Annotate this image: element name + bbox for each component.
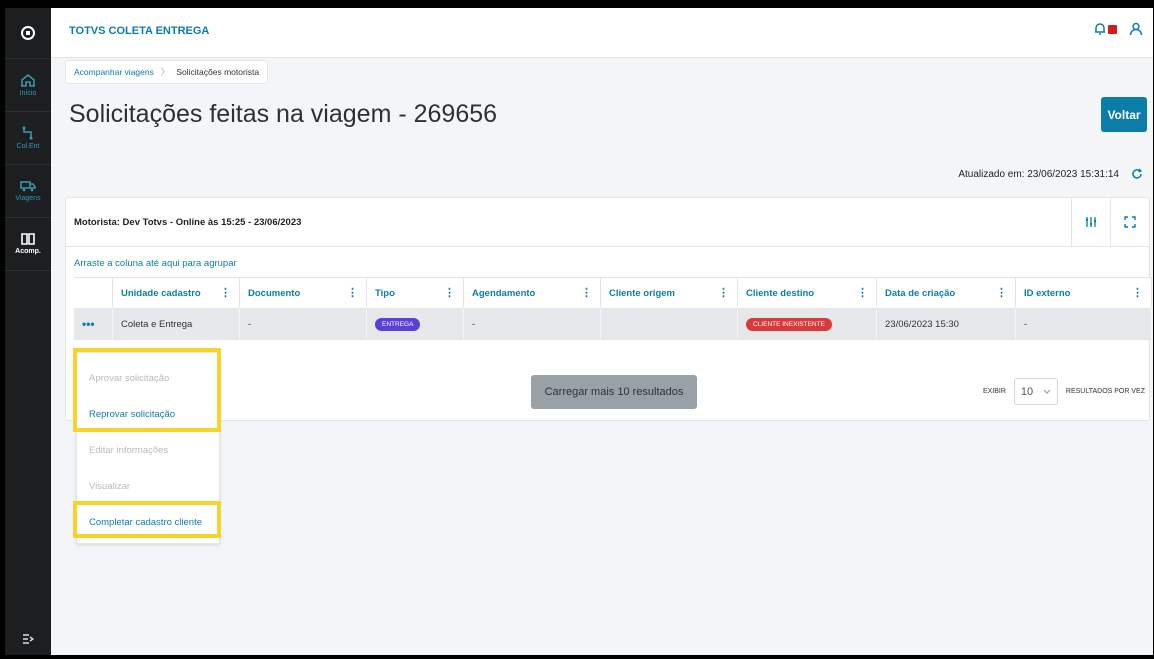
page-size-value: 10 [1020, 385, 1034, 398]
expand-menu-icon [23, 634, 34, 644]
column-menu-icon[interactable]: ⋮ [718, 286, 729, 299]
back-button[interactable]: Voltar [1101, 97, 1147, 132]
page-size-control: EXIBIR 10 RESULTADOS POR VEZ [983, 378, 1145, 405]
column-menu-icon[interactable]: ⋮ [581, 286, 592, 299]
top-bar: TOTVS COLETA ENTREGA [51, 8, 1153, 58]
sidebar-item-label: Início [19, 89, 37, 97]
column-menu-icon[interactable]: ⋮ [347, 286, 358, 299]
menu-item-editar: Editar informações [89, 445, 169, 456]
refresh-icon[interactable] [1131, 168, 1143, 180]
page-size-suffix: RESULTADOS POR VEZ [1065, 388, 1145, 395]
column-header[interactable]: ID externo ⋮ [1015, 277, 1152, 309]
page-title: Solicitações feitas na viagem - 269656 [69, 100, 498, 128]
page-size-label: EXIBIR [982, 388, 1006, 395]
card-tools [1071, 198, 1149, 246]
cell-tipo: ENTREGA [366, 308, 464, 340]
home-icon [21, 73, 35, 87]
breadcrumb-separator: 〉 [160, 67, 170, 77]
sidebar-item-label: Viagens [15, 195, 41, 202]
breadcrumb-link[interactable]: Acompanhar viagens [74, 67, 154, 77]
logo[interactable] [5, 8, 51, 59]
chevron-down-icon [1043, 389, 1051, 394]
sidebar-item-viagens[interactable]: Viagens [5, 165, 51, 218]
column-header[interactable]: Documento ⋮ [239, 277, 367, 309]
bell-icon [1095, 23, 1105, 35]
tipo-badge: ENTREGA [375, 317, 421, 331]
cell-documento: - [239, 308, 367, 340]
expand-icon [1124, 216, 1136, 228]
actions-column-header [74, 277, 113, 309]
cell-cliente-origem [600, 308, 738, 340]
card-header: Motorista: Dev Totvs - Online às 15:25 -… [66, 198, 1149, 247]
column-header[interactable]: Tipo ⋮ [366, 277, 464, 309]
highlight-box [73, 501, 221, 538]
route-icon [22, 126, 33, 140]
updated-status: Atualizado em: 23/06/2023 15:31:14 [958, 168, 1143, 180]
breadcrumb: Acompanhar viagens 〉 Solicitações motori… [65, 60, 269, 84]
breadcrumb-current: Solicitações motorista [176, 67, 260, 77]
cell-id-externo: - [1015, 308, 1152, 340]
table-header-row: Unidade cadastro ⋮ Documento ⋮ Tipo ⋮ Agend… [74, 277, 1152, 309]
updated-text: Atualizado em: 23/06/2023 15:31:14 [958, 168, 1119, 180]
cell-cliente-destino: CLIENTE INEXISTENTE [737, 308, 877, 340]
menu-item-visualizar: Visualizar [89, 481, 131, 492]
user-icon[interactable] [1129, 22, 1143, 36]
app-title: TOTVS COLETA ENTREGA [69, 25, 210, 37]
cell-unidade: Coleta e Entrega [112, 308, 240, 340]
sidebar: Início Col.Ent Viagens Acomp. [5, 8, 51, 655]
column-menu-icon[interactable]: ⋮ [1132, 286, 1143, 299]
fullscreen-button[interactable] [1110, 198, 1149, 246]
column-header[interactable]: Data de criação ⋮ [876, 277, 1016, 309]
book-icon [21, 233, 35, 245]
column-header[interactable]: Unidade cadastro ⋮ [112, 277, 240, 309]
column-menu-icon[interactable]: ⋮ [444, 286, 455, 299]
notification-badge [1108, 24, 1117, 34]
load-more-button[interactable]: Carregar mais 10 resultados [531, 375, 697, 409]
sidebar-item-label: Acomp. [15, 248, 41, 255]
driver-info: Motorista: Dev Totvs - Online às 15:25 -… [74, 217, 302, 228]
sidebar-item-label: Col.Ent [16, 143, 40, 150]
cell-agendamento: - [463, 308, 601, 340]
highlight-box [73, 348, 221, 432]
sliders-icon [1086, 217, 1096, 227]
sidebar-item-inicio[interactable]: Início [5, 59, 51, 112]
app-frame: Início Col.Ent Viagens Acomp. TOTVS COLE… [5, 8, 1153, 655]
requests-card: Motorista: Dev Totvs - Online às 15:25 -… [65, 197, 1152, 421]
column-header[interactable]: Agendamento ⋮ [463, 277, 601, 309]
sidebar-item-acomp[interactable]: Acomp. [5, 218, 51, 271]
status-badge: CLIENTE INEXISTENTE [746, 317, 832, 331]
requests-table: Unidade cadastro ⋮ Documento ⋮ Tipo ⋮ Agend… [74, 277, 1152, 340]
column-header[interactable]: Cliente destino ⋮ [737, 277, 877, 309]
row-actions-button[interactable]: ••• [74, 308, 113, 340]
group-hint[interactable]: Arraste a coluna até aqui para agrupar [74, 258, 237, 269]
page-size-select[interactable]: 10 [1013, 378, 1058, 405]
notifications-button[interactable] [1093, 22, 1117, 36]
sidebar-item-colent[interactable]: Col.Ent [5, 112, 51, 165]
column-menu-icon[interactable]: ⋮ [857, 286, 868, 299]
column-menu-icon[interactable]: ⋮ [220, 286, 231, 299]
truck-icon [20, 181, 36, 192]
cell-data-criacao: 23/06/2023 15:30 [876, 308, 1016, 340]
column-header[interactable]: Cliente origem ⋮ [600, 277, 738, 309]
table-row[interactable]: ••• Coleta e Entrega - ENTREGA - CLIENTE… [74, 308, 1152, 340]
column-settings-button[interactable] [1071, 198, 1110, 246]
top-icons [1093, 22, 1143, 36]
column-menu-icon[interactable]: ⋮ [996, 286, 1007, 299]
collapse-sidebar-button[interactable] [5, 623, 51, 655]
totvs-logo-icon [21, 26, 35, 40]
